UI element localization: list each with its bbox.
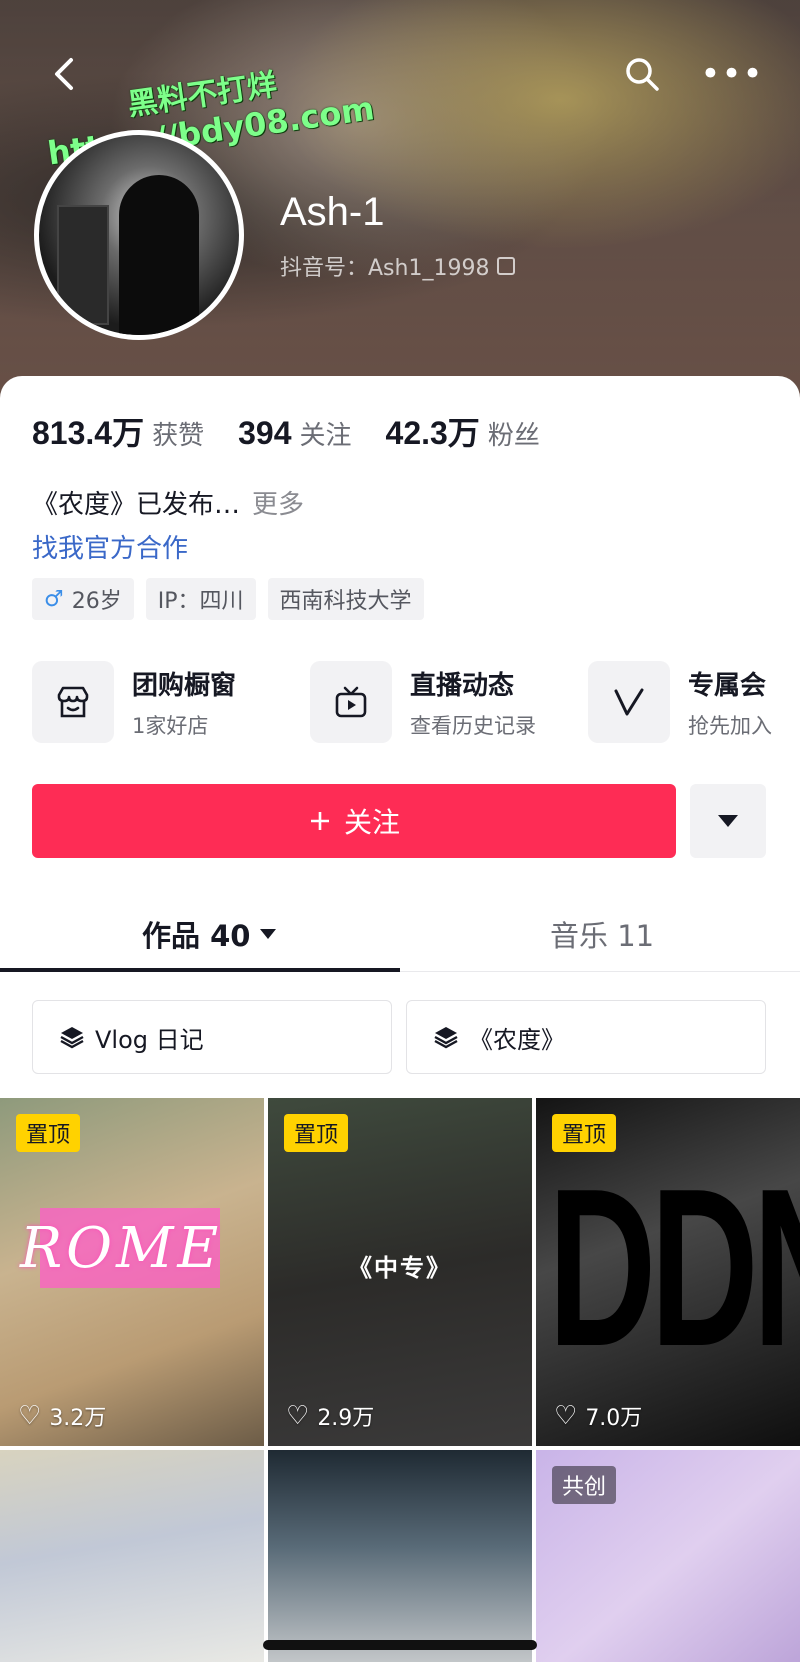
video-tile[interactable]: DDN 置顶 ♡ 7.0万 bbox=[536, 1098, 800, 1446]
profile-name: Ash-1 bbox=[280, 190, 385, 234]
tab-music[interactable]: 音乐 11 bbox=[550, 896, 654, 972]
service-subtitle: 抢先加入 bbox=[688, 713, 772, 738]
service-live[interactable]: 直播动态 查看历史记录 bbox=[310, 660, 536, 744]
ip-text: IP：四川 bbox=[157, 589, 244, 614]
service-subtitle: 1家好店 bbox=[132, 713, 209, 738]
home-indicator[interactable] bbox=[263, 1640, 537, 1650]
pinned-badge: 置顶 bbox=[284, 1114, 349, 1152]
store-icon bbox=[32, 661, 114, 743]
collections-row: Vlog 日记 《农度》 bbox=[0, 1000, 800, 1074]
caret-down-icon bbox=[718, 815, 738, 827]
heart-icon: ♡ bbox=[554, 1401, 578, 1431]
video-tile[interactable]: 共创 bbox=[536, 1450, 800, 1662]
cooperation-link[interactable]: 找我官方合作 bbox=[32, 528, 188, 565]
stat-likes[interactable]: 813.4万 获赞 bbox=[32, 408, 204, 454]
service-title: 团购橱窗 bbox=[132, 670, 237, 701]
collection-label: Vlog 日记 bbox=[95, 1025, 204, 1054]
collection-label: 《农度》 bbox=[469, 1025, 565, 1054]
video-likes-count: 2.9万 bbox=[317, 1406, 375, 1431]
tab-active-indicator bbox=[0, 968, 400, 972]
stat-followers-value: 42.3万 bbox=[385, 415, 480, 451]
stats-row: 813.4万 获赞 394 关注 42.3万 粉丝 bbox=[32, 408, 540, 454]
video-overlay-text: 《中专》 bbox=[348, 1254, 452, 1282]
video-likes: ♡ 2.9万 bbox=[286, 1400, 374, 1432]
follow-button-label: 关注 bbox=[343, 806, 400, 839]
bio-more-link[interactable]: 更多 bbox=[252, 490, 304, 520]
male-icon: ♂ bbox=[44, 586, 64, 612]
douyin-id-row[interactable]: 抖音号：Ash1_1998 bbox=[280, 250, 516, 282]
avatar-figure-shape bbox=[119, 175, 199, 335]
bio: 《农度》已发布… 更多 bbox=[32, 484, 304, 521]
caret-down-icon bbox=[260, 929, 277, 939]
profile-tags: ♂ 26岁 IP：四川 西南科技大学 bbox=[32, 578, 424, 620]
collection-vlog[interactable]: Vlog 日记 bbox=[32, 1000, 392, 1074]
stat-followers-label: 粉丝 bbox=[487, 421, 540, 451]
video-tile[interactable]: ROME 置顶 ♡ 3.2万 bbox=[0, 1098, 264, 1446]
search-icon bbox=[626, 58, 659, 91]
video-overlay-text: ROME bbox=[20, 1216, 223, 1281]
stat-following[interactable]: 394 关注 bbox=[238, 415, 351, 452]
service-title: 专属会 bbox=[688, 670, 767, 701]
copy-icon[interactable] bbox=[497, 257, 516, 275]
age-tag: ♂ 26岁 bbox=[32, 578, 134, 620]
stat-likes-value: 813.4万 bbox=[32, 415, 145, 451]
recommend-dropdown-button[interactable] bbox=[690, 784, 766, 858]
video-likes: ♡ 7.0万 bbox=[554, 1400, 642, 1432]
douyin-id-text: 抖音号：Ash1_1998 bbox=[280, 256, 490, 281]
stat-likes-label: 获赞 bbox=[152, 421, 205, 451]
co-create-badge: 共创 bbox=[552, 1466, 617, 1504]
v-icon bbox=[588, 661, 670, 743]
school-text: 西南科技大学 bbox=[279, 589, 412, 614]
service-subtitle: 查看历史记录 bbox=[410, 713, 536, 738]
avatar-amp-shape bbox=[57, 205, 109, 325]
tab-works-label: 作品 40 bbox=[142, 919, 251, 953]
search-button[interactable] bbox=[610, 42, 674, 106]
service-membership-text: 专属会 抢先加入 bbox=[688, 665, 772, 740]
stat-following-value: 394 bbox=[238, 415, 292, 451]
chevron-left-icon bbox=[55, 58, 73, 90]
service-membership[interactable]: 专属会 抢先加入 bbox=[588, 660, 772, 744]
ip-tag: IP：四川 bbox=[145, 578, 256, 620]
heart-icon: ♡ bbox=[286, 1401, 310, 1431]
plus-icon bbox=[310, 812, 329, 830]
video-likes: ♡ 3.2万 bbox=[18, 1400, 106, 1432]
pinned-badge: 置顶 bbox=[16, 1114, 81, 1152]
follow-button[interactable]: 关注 bbox=[32, 784, 676, 858]
service-group-buy[interactable]: 团购橱窗 1家好店 bbox=[32, 660, 236, 744]
collection-nongdu[interactable]: 《农度》 bbox=[406, 1000, 766, 1074]
layers-icon bbox=[434, 1027, 458, 1049]
service-live-text: 直播动态 查看历史记录 bbox=[410, 665, 536, 740]
video-likes-count: 7.0万 bbox=[585, 1406, 643, 1431]
stat-followers[interactable]: 42.3万 粉丝 bbox=[386, 408, 540, 454]
layers-icon bbox=[60, 1027, 84, 1049]
video-likes-count: 3.2万 bbox=[49, 1406, 107, 1431]
age-text: 26岁 bbox=[71, 589, 122, 614]
back-button[interactable] bbox=[32, 42, 96, 106]
service-title: 直播动态 bbox=[410, 670, 515, 701]
video-tile[interactable] bbox=[268, 1450, 532, 1662]
video-overlay-text: DDN bbox=[548, 1141, 800, 1393]
services-row: 团购橱窗 1家好店 直播动态 查看历史记录 专属会 抢先加入 bbox=[32, 660, 800, 744]
school-tag[interactable]: 西南科技大学 bbox=[267, 578, 424, 620]
content-tabs: 作品 40 音乐 11 bbox=[0, 896, 800, 972]
service-group-buy-text: 团购橱窗 1家好店 bbox=[132, 665, 236, 740]
heart-icon: ♡ bbox=[18, 1401, 42, 1431]
tv-icon bbox=[310, 661, 392, 743]
bio-text: 《农度》已发布… bbox=[32, 490, 241, 520]
video-tile[interactable] bbox=[0, 1450, 264, 1662]
tab-works[interactable]: 作品 40 bbox=[142, 896, 277, 972]
stat-following-label: 关注 bbox=[299, 421, 352, 451]
pinned-badge: 置顶 bbox=[552, 1114, 617, 1152]
tab-music-label: 音乐 11 bbox=[550, 919, 655, 953]
more-dots-icon: ••• bbox=[700, 54, 764, 94]
avatar[interactable] bbox=[34, 130, 244, 340]
video-tile[interactable]: 《中专》 置顶 ♡ 2.9万 bbox=[268, 1098, 532, 1446]
more-button[interactable]: ••• bbox=[700, 42, 764, 106]
